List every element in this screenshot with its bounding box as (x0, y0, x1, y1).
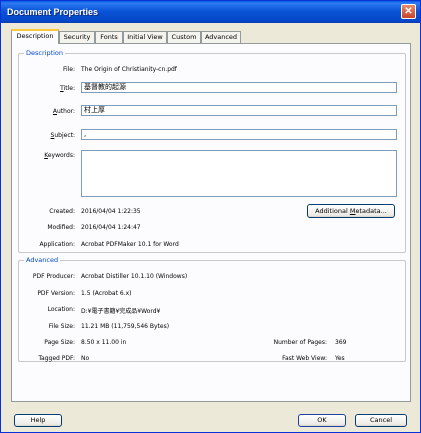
application-value: Acrobat PDFMaker 10.1 for Word (81, 241, 179, 248)
title-bar: Document Properties ✕ (1, 1, 420, 23)
tab-description[interactable]: Description (11, 29, 59, 44)
pdf-version-value: 1.5 (Acrobat 6.x) (81, 290, 132, 297)
description-group: Description File: The Origin of Christia… (18, 49, 406, 253)
page-size-label: Page Size: (44, 339, 75, 346)
number-of-pages-label: Number of Pages: (273, 339, 327, 346)
description-group-label: Description (24, 49, 66, 57)
application-label: Application: (39, 241, 75, 248)
keywords-field[interactable] (81, 150, 397, 197)
file-value: The Origin of Christianity-cn.pdf (81, 66, 177, 73)
close-icon[interactable]: ✕ (401, 4, 416, 19)
fast-web-view-label: Fast Web View: (282, 355, 327, 362)
tab-custom[interactable]: Custom (167, 31, 201, 43)
file-size-value: 11.21 MB (11,759,546 Bytes) (81, 323, 170, 330)
window-title: Document Properties (7, 7, 99, 17)
author-field[interactable]: 村上厚 (81, 105, 397, 116)
ok-button[interactable]: OK (298, 414, 346, 427)
document-properties-dialog: Document Properties ✕ Description Securi… (0, 0, 421, 433)
modified-label: Modified: (47, 224, 75, 231)
modified-value: 2016/04/04 1:24:47 (81, 224, 141, 231)
tab-fonts[interactable]: Fonts (95, 31, 123, 43)
advanced-group-label: Advanced (24, 256, 61, 264)
help-button[interactable]: Help (14, 414, 62, 427)
title-label: Title: (60, 85, 75, 92)
advanced-group: Advanced PDF Producer: Acrobat Distiller… (18, 256, 406, 362)
pdf-version-label: PDF Version: (37, 290, 75, 297)
page-size-value: 8.50 x 11.00 in (81, 339, 127, 346)
title-field[interactable]: 基督教的起源 (81, 82, 397, 93)
keywords-label: Keywords: (44, 152, 75, 159)
created-value: 2016/04/04 1:22:35 (81, 208, 141, 215)
tab-initial-view[interactable]: Initial View (123, 31, 167, 43)
tagged-pdf-label: Tagged PDF: (38, 355, 75, 362)
description-tab-panel: Description File: The Origin of Christia… (11, 43, 411, 402)
cancel-button[interactable]: Cancel (355, 414, 407, 427)
fast-web-view-value: Yes (335, 355, 345, 362)
file-size-label: File Size: (48, 323, 75, 330)
location-label: Location: (47, 306, 75, 313)
pdf-producer-value: Acrobat Distiller 10.1.10 (Windows) (81, 273, 188, 280)
additional-metadata-button[interactable]: Additional Metadata... (307, 204, 395, 218)
created-label: Created: (49, 208, 75, 215)
subject-label: Subject: (50, 132, 75, 139)
tab-advanced[interactable]: Advanced (201, 31, 241, 43)
tab-security[interactable]: Security (59, 31, 95, 43)
author-label: Author: (52, 108, 75, 115)
tagged-pdf-value: No (81, 355, 90, 362)
number-of-pages-value: 369 (335, 339, 347, 346)
subject-field[interactable]: , (81, 129, 397, 140)
pdf-producer-label: PDF Producer: (32, 273, 75, 280)
file-label: File: (62, 66, 75, 73)
location-value: D:¥電子書籍¥完成品¥Word¥ (81, 308, 161, 315)
